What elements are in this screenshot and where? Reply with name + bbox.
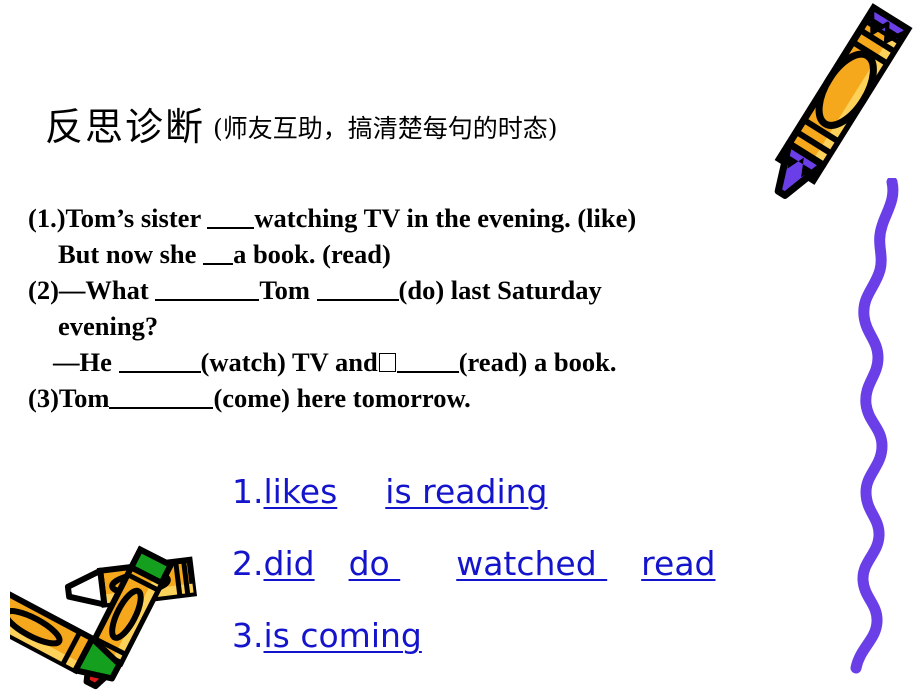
question-text: (read) a book. — [458, 347, 617, 378]
question-text: (2)—What — [28, 275, 156, 306]
question-line-2c: —He (watch) TV and (read) a book. — [28, 344, 893, 380]
question-text: Tom — [259, 275, 317, 306]
question-text: —He — [53, 347, 119, 378]
question-text: watching TV in the evening. (like) — [254, 203, 637, 234]
answer-row-2: 2.did do watched read — [232, 528, 716, 600]
answer-blank[interactable] — [155, 272, 260, 302]
answer-blank[interactable] — [109, 380, 214, 410]
question-text: (come) here tomorrow. — [213, 383, 471, 414]
answer-blank[interactable] — [396, 344, 459, 374]
answer-word: did — [263, 544, 315, 583]
question-text: evening? — [58, 311, 159, 342]
answer-row-1: 1.likes is reading — [232, 456, 716, 528]
question-line-2b: evening? — [28, 308, 893, 344]
question-text: (watch) TV and — [200, 347, 378, 378]
page-title: 反思诊断 (师友互助，搞清楚每句的时态) — [45, 96, 558, 151]
question-line-3: (3)Tom (come) here tomorrow. — [28, 380, 893, 416]
question-text: But now she — [58, 239, 204, 270]
answer-word: do — [348, 544, 401, 583]
answer-word: read — [641, 544, 716, 583]
answer-number: 1. — [232, 472, 264, 511]
answer-blank[interactable] — [316, 272, 399, 302]
question-text: a book. (read) — [233, 239, 391, 270]
page-title-main: 反思诊断 — [45, 105, 206, 149]
answer-word: is coming — [263, 616, 422, 655]
answer-key: 1.likes is reading 2.did do watched read 3… — [232, 456, 716, 672]
question-line-1a: (1.)Tom’s sister watching TV in the even… — [28, 200, 893, 236]
question-line-1b: But now she a book. (read) — [28, 236, 893, 272]
crossed-crayons-icon — [10, 545, 198, 690]
answer-word: likes — [263, 472, 338, 511]
answer-word: is reading — [385, 472, 548, 511]
question-text: (do) last Saturday — [398, 275, 602, 306]
question-list: (1.)Tom’s sister watching TV in the even… — [28, 200, 893, 416]
question-text: (1.)Tom’s sister — [28, 203, 208, 234]
answer-row-3: 3.is coming — [232, 600, 716, 672]
question-text: (3)Tom — [28, 383, 110, 414]
page-title-sub: (师友互助，搞清楚每句的时态) — [213, 114, 558, 143]
answer-number: 3. — [232, 616, 264, 655]
answer-blank[interactable] — [207, 200, 255, 230]
answer-number: 2. — [232, 544, 264, 583]
missing-glyph-box-icon — [378, 353, 396, 373]
answer-blank[interactable] — [203, 236, 234, 266]
slide-canvas: 反思诊断 (师友互助，搞清楚每句的时态) (1.)Tom’s sister wat… — [0, 0, 920, 690]
purple-crayon-icon — [774, 3, 913, 199]
question-line-2a: (2)—What Tom (do) last Saturday — [28, 272, 893, 308]
answer-blank[interactable] — [118, 344, 201, 374]
answer-word: watched — [456, 544, 608, 583]
